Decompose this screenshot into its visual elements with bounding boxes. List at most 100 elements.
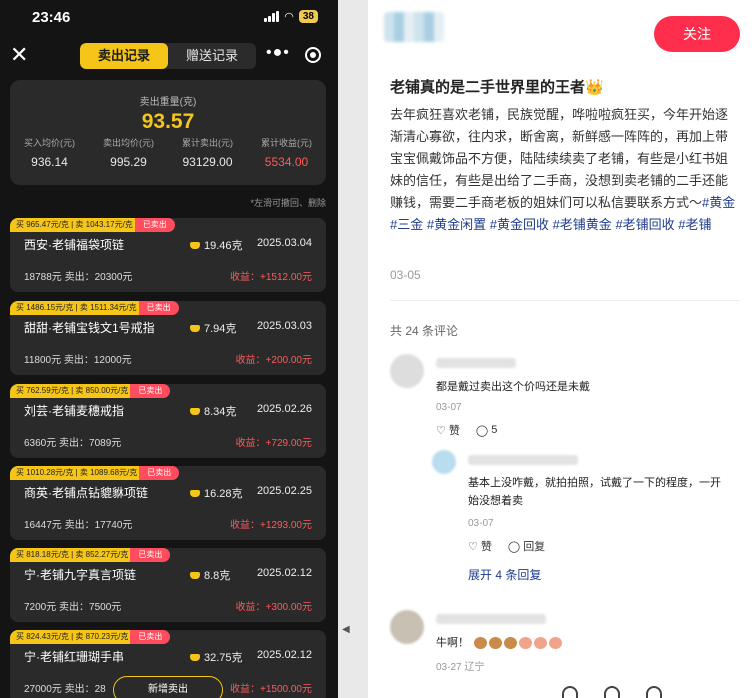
comment-icon[interactable] [646,686,662,698]
record-profit: 收益：+1500.00元 [230,684,312,695]
record-trade: 27000元 卖出：28 [24,684,106,695]
sold-badge: 已卖出 [130,548,171,562]
emoji-icon [489,637,503,650]
record-date: 2025.02.12 [256,649,312,661]
bottom-action-bar [562,686,662,698]
record-trade: 16447元 卖出：17740元 [24,520,133,531]
gold-bar-icon [190,241,200,249]
gold-bar-icon [190,571,200,579]
panel-divider: ◀ [338,0,368,698]
expand-replies-link[interactable]: 展开 4 条回复 [468,566,541,583]
follow-button[interactable]: 关注 [654,16,740,52]
status-bar: 23:46 ◠ 38 [0,0,338,36]
commenter-avatar[interactable] [390,610,424,644]
record-weight: 8.8克 [190,567,230,583]
commenter-avatar[interactable] [390,354,424,388]
comment-meta: 03-27 辽宁 [436,662,485,673]
gold-bar-icon [190,407,200,415]
stat-avg-buy-price: 买入均价(元) 936.14 [24,138,75,169]
comment-icon: ◯ [475,424,489,437]
star-icon[interactable] [604,686,620,698]
post-panel: 关注 老铺真的是二手世界里的王者👑 去年疯狂喜欢老铺，民族觉醒，哗啦啦疯狂买，今… [368,0,755,698]
reply-date: 03-07 [468,518,494,529]
record-name: 宁·老铺红珊瑚手串 [24,650,124,664]
hashtag[interactable]: #黄金 [702,195,735,210]
gold-bar-icon [190,653,200,661]
sold-badge: 已卖出 [138,301,179,315]
record-weight: 8.34克 [190,403,236,419]
hashtag[interactable]: #三金 [390,217,423,232]
emoji-icon [549,637,563,650]
sold-badge: 已卖出 [134,218,175,232]
reply-button[interactable]: ◯ 回复 [508,538,545,554]
commenter-name[interactable] [436,358,516,368]
commenter-name[interactable] [436,614,546,624]
record-card[interactable]: 买 1486.15元/克 | 卖 1511.34元/克 已卖出 甜甜·老铺宝钱文1… [10,301,326,375]
arrow-left-icon[interactable]: ◀ [342,624,350,635]
like-button[interactable]: ♡ 赞 [436,422,460,438]
heart-icon: ♡ [436,424,446,437]
price-tag: 买 965.47元/克 | 卖 1043.17元/克 [10,218,139,232]
stat-avg-sell-price: 卖出均价(元) 995.29 [103,138,154,169]
reply-actions: ♡ 赞 ◯ 回复 [468,538,545,554]
post-body: 去年疯狂喜欢老铺，民族觉醒，哗啦啦疯狂买，今年开始逐渐清心寡欲，往内求，断舍离，… [390,104,740,236]
record-tabs: 卖出记录 赠送记录 [80,43,256,69]
record-card[interactable]: 买 762.59元/克 | 卖 850.00元/克 已卖出 刘芸·老铺麦穗戒指 8… [10,384,326,458]
sold-weight-value: 93.57 [141,110,195,133]
record-date: 2025.02.12 [256,567,312,579]
record-date: 2025.02.25 [256,485,312,497]
like-button[interactable]: ♡ 赞 [468,538,492,554]
tab-gift-records[interactable]: 赠送记录 [168,43,256,69]
record-name: 甜甜·老铺宝钱文1号戒指 [24,321,155,335]
sold-weight-label: 卖出重量(克) [139,97,197,108]
record-date: 2025.03.03 [256,320,312,332]
hashtag[interactable]: #老铺 [678,217,711,232]
hashtag[interactable]: #黄金闲置 [427,217,486,232]
status-time: 23:46 [32,9,71,26]
record-weight: 19.46克 [190,237,243,253]
record-name: 西安·老铺福袋项链 [24,238,124,252]
stat-total-profit: 累计收益(元) 5534.00 [261,138,312,169]
summary-stats: 买入均价(元) 936.14 卖出均价(元) 995.29 累计卖出(元) 93… [10,136,326,169]
record-profit: 收益：+729.00元 [235,438,312,449]
heart-icon[interactable] [562,686,578,698]
price-tag: 买 1486.15元/克 | 卖 1511.34元/克 [10,301,143,315]
signal-icon [264,11,280,22]
post-date: 03-05 [390,268,421,282]
record-trade: 11800元 卖出：12000元 [24,355,132,366]
record-card[interactable]: 买 818.18元/克 | 卖 852.27元/克 已卖出 宁·老铺九字真言项链 … [10,548,326,622]
record-card[interactable]: 买 965.47元/克 | 卖 1043.17元/克 已卖出 西安·老铺福袋项链 … [10,218,326,292]
comment-count: 共 24 条评论 [390,324,459,338]
record-trade: 18788元 卖出：20300元 [24,272,133,283]
record-profit: 收益：+200.00元 [235,355,312,366]
hashtag[interactable]: #黄金回收 [490,217,549,232]
battery-indicator: 38 [298,10,318,23]
author-avatar[interactable] [384,12,444,42]
target-icon[interactable] [305,47,321,63]
reply-count-button[interactable]: ◯ 5 [476,422,497,438]
record-name: 刘芸·老铺麦穗戒指 [24,404,124,418]
price-tag: 买 818.18元/克 | 卖 852.27元/克 [10,548,135,562]
tab-sold-records[interactable]: 卖出记录 [80,43,168,69]
divider [390,300,740,301]
add-sale-button[interactable]: 新增卖出 [113,676,223,698]
hashtag[interactable]: #老铺回收 [615,217,674,232]
gold-bar-icon [190,324,200,332]
more-icon[interactable]: •●• [266,44,290,62]
record-card[interactable]: 买 1010.28元/克 | 卖 1089.68元/克 已卖出 商英·老铺点钻貔貅… [10,466,326,540]
record-date: 2025.02.26 [256,403,312,415]
record-trade: 6360元 卖出：7089元 [24,438,122,449]
comment-text: 牛啊！ [436,634,563,650]
replier-name[interactable] [468,455,578,465]
wifi-icon: ◠ [284,11,294,23]
sold-records-phone: 23:46 ◠ 38 ✕ 卖出记录 赠送记录 •●• 卖出重量(克) 93.57… [0,0,338,698]
record-name: 宁·老铺九字真言项链 [24,568,136,582]
hashtag[interactable]: #老铺黄金 [553,217,612,232]
replier-avatar[interactable] [432,450,456,474]
emoji-icon [519,637,533,650]
close-icon[interactable]: ✕ [10,44,28,66]
price-tag: 买 824.43元/克 | 卖 870.23元/克 [10,630,135,644]
swipe-hint: *左滑可撤回、删除 [250,198,326,208]
emoji-icon [504,637,518,650]
comment-icon: ◯ [507,540,521,553]
